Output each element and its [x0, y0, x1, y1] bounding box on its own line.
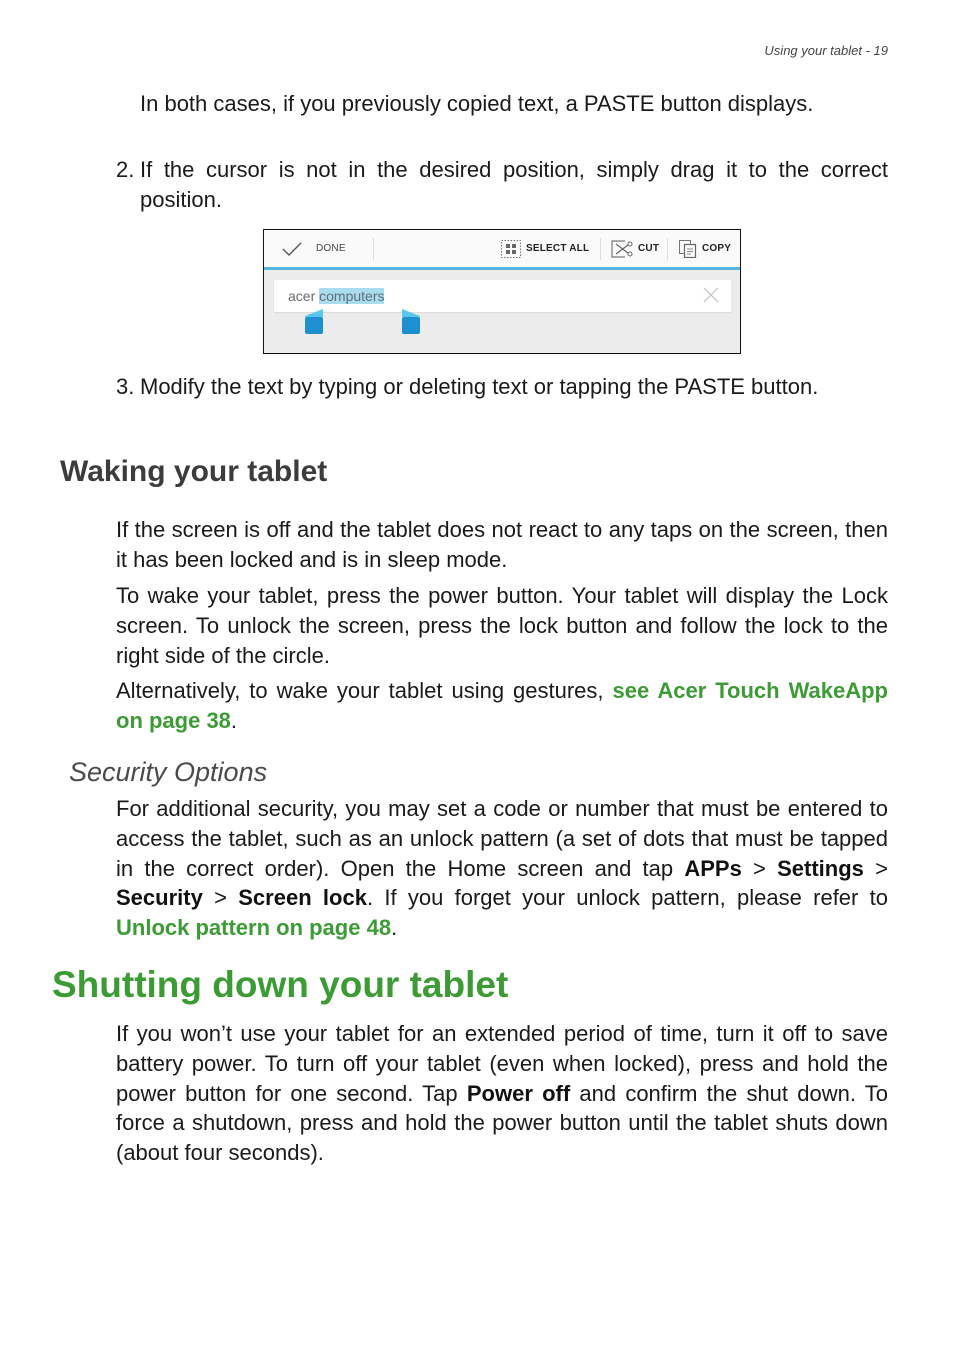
- link-unlock-pattern[interactable]: Unlock pattern on page 48: [116, 915, 391, 940]
- step-text: Modify the text by typing or deleting te…: [140, 374, 819, 399]
- shutdown-paragraph: If you won’t use your tablet for an exte…: [116, 1019, 888, 1168]
- list-item-step-3: 3. Modify the text by typing or deleting…: [116, 372, 888, 402]
- section-heading-waking: Waking your tablet: [60, 455, 328, 488]
- cut-button[interactable]: CUT: [611, 230, 659, 267]
- text-selection-screenshot: DONE SELECT ALL CUT COPY acer computers: [263, 229, 741, 354]
- path-separator: >: [741, 855, 778, 881]
- waking-paragraph-1: If the screen is off and the tablet does…: [116, 517, 888, 572]
- menu-path-screen-lock: Screen lock: [238, 885, 367, 911]
- unselected-text: acer: [288, 288, 320, 304]
- step-number: 2.: [116, 157, 135, 182]
- subheading-security-options: Security Options: [69, 757, 268, 787]
- security-text-2: . If you forget your unlock pattern, ple…: [366, 885, 889, 911]
- clear-icon[interactable]: [703, 287, 719, 303]
- selection-handle-start[interactable]: [304, 309, 324, 336]
- copy-label: COPY: [702, 243, 732, 254]
- scissors-icon: [611, 239, 633, 258]
- text-input-field[interactable]: acer computers: [274, 280, 731, 312]
- period: .: [230, 707, 238, 733]
- waking-p3-text: Alternatively, to wake your tablet using…: [116, 678, 613, 703]
- period: .: [391, 915, 398, 941]
- contextual-action-bar: DONE SELECT ALL CUT COPY: [264, 230, 740, 270]
- step-number: 3.: [116, 374, 135, 399]
- divider: [600, 238, 601, 260]
- menu-path-settings: Settings: [777, 855, 864, 881]
- done-button[interactable]: DONE: [282, 230, 346, 267]
- selected-text: computers: [319, 288, 385, 304]
- power-off-label: Power off: [466, 1080, 571, 1106]
- waking-paragraph-2: To wake your tablet, press the power but…: [116, 583, 888, 668]
- waking-paragraph-3: Alternatively, to wake your tablet using…: [116, 676, 888, 736]
- path-separator: >: [202, 885, 239, 911]
- select-all-button[interactable]: SELECT ALL: [501, 230, 589, 267]
- selection-handle-end[interactable]: [401, 309, 421, 336]
- text-field-content: acer computers: [288, 288, 385, 304]
- step1-continuation: In both cases, if you previously copied …: [140, 91, 814, 116]
- running-header: Using your tablet - 19: [764, 43, 888, 58]
- select-all-label: SELECT ALL: [526, 243, 590, 254]
- section-heading-shutting-down: Shutting down your tablet: [52, 964, 509, 1005]
- divider: [667, 238, 668, 260]
- checkmark-icon: [282, 242, 302, 256]
- done-label: DONE: [316, 243, 346, 254]
- step-text: If the cursor is not in the desired posi…: [140, 157, 888, 212]
- cut-label: CUT: [638, 243, 660, 254]
- copy-icon: [679, 239, 697, 258]
- copy-button[interactable]: COPY: [679, 230, 731, 267]
- security-paragraph: For additional security, you may set a c…: [116, 794, 888, 943]
- select-all-icon: [501, 239, 521, 258]
- menu-path-security: Security: [116, 885, 203, 911]
- path-separator: >: [863, 855, 888, 881]
- menu-path-apps: APPs: [684, 855, 742, 881]
- divider: [373, 238, 374, 260]
- list-item-step-2: 2. If the cursor is not in the desired p…: [116, 155, 888, 215]
